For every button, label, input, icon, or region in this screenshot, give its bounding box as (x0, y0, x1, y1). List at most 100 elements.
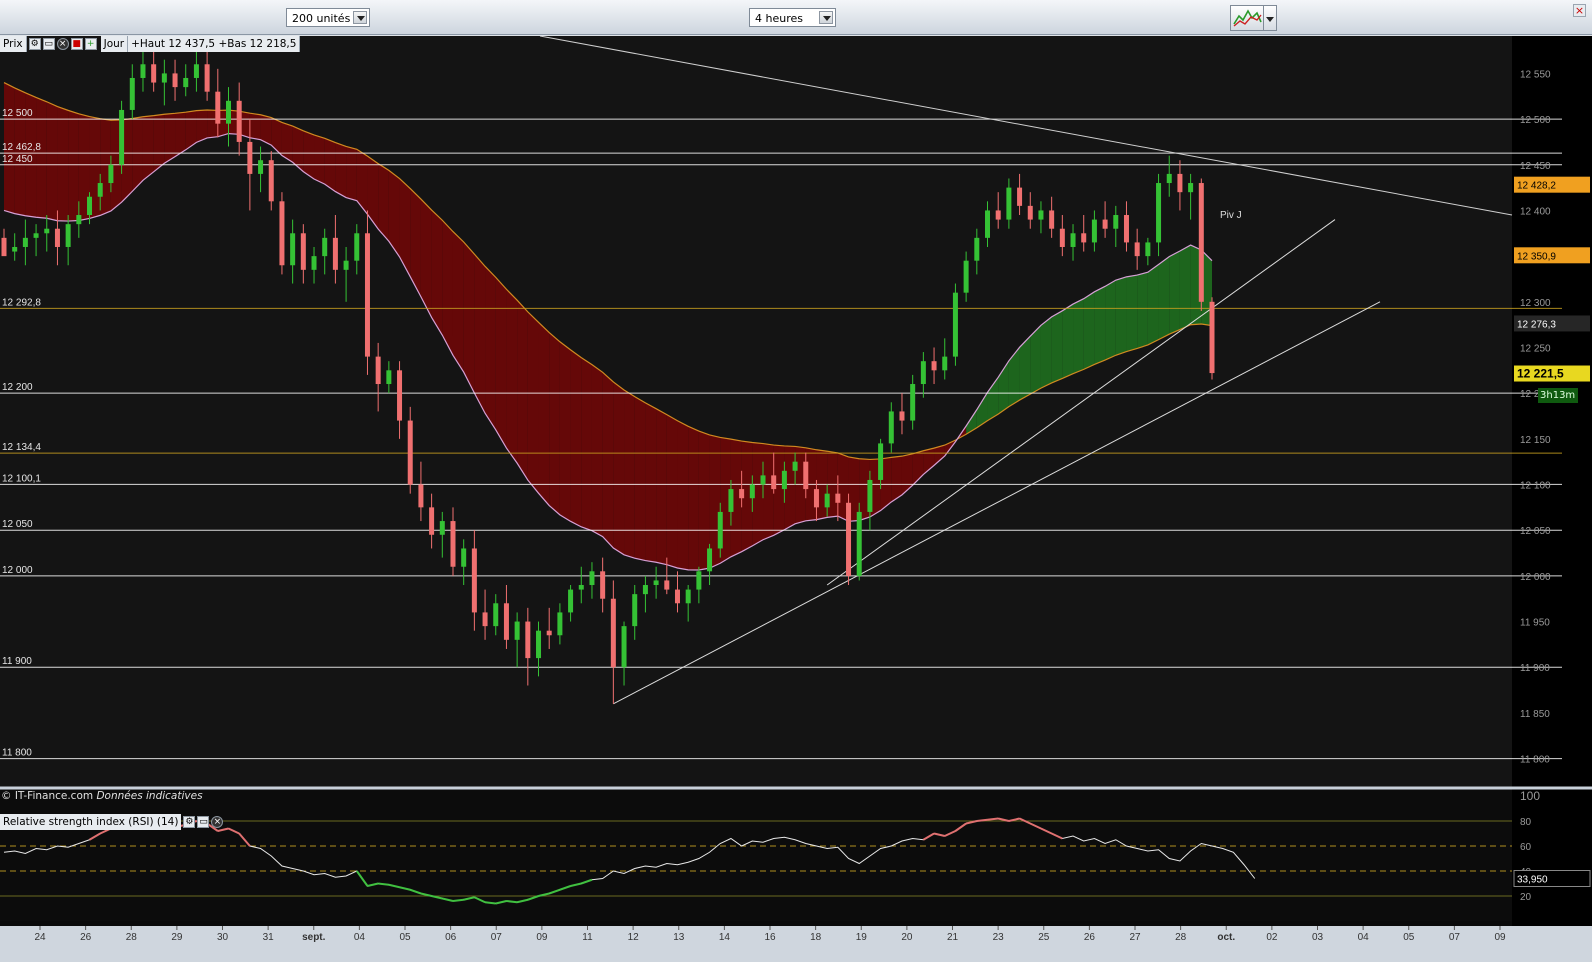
ma-band-segment (474, 254, 486, 414)
candle-body (33, 233, 39, 238)
candle-body (1209, 301, 1215, 374)
x-tick-label: 19 (856, 932, 868, 943)
candle-body (1102, 219, 1108, 229)
ma-band-segment (142, 115, 154, 181)
wrench-icon[interactable]: ⚙ (28, 38, 41, 50)
candle-body (1145, 242, 1151, 257)
level-label: 12 450 (2, 154, 33, 165)
rsi-oversold-segment (378, 882, 389, 886)
candle-body (995, 210, 1001, 220)
window-icon[interactable]: ▭ (42, 38, 55, 50)
candle-body (225, 100, 231, 124)
candle-body (44, 228, 50, 234)
ma-band-segment (303, 130, 315, 179)
units-select[interactable]: 200 unités (286, 8, 370, 27)
candle-body (739, 489, 745, 499)
period-label: Jour (100, 36, 129, 52)
candle-body (685, 589, 691, 604)
candle-body (1113, 215, 1119, 229)
candle-body (151, 64, 157, 83)
add-icon[interactable]: + (84, 38, 97, 50)
close-icon[interactable]: × (1573, 4, 1586, 17)
ma-band-segment (1051, 310, 1063, 383)
chart-type-button[interactable] (1230, 5, 1264, 31)
y-tick-label: 12 400 (1520, 206, 1551, 217)
level-label: 12 134,4 (2, 442, 41, 453)
x-tick-label: 27 (1129, 932, 1141, 943)
x-tick-label: 26 (80, 932, 92, 943)
ma-band-segment (1179, 245, 1191, 330)
candle-body (193, 64, 199, 78)
candle-body (354, 233, 360, 261)
candle-body (439, 521, 445, 535)
close-circle-icon[interactable]: × (211, 816, 224, 828)
candle-body (1177, 173, 1183, 193)
ma-band-segment (581, 357, 592, 531)
candle-body (450, 521, 456, 567)
chart-type-dropdown[interactable] (1264, 5, 1277, 31)
chevron-down-icon[interactable] (819, 11, 833, 24)
candle-body (610, 598, 616, 668)
ma-band-segment (1040, 316, 1052, 389)
level-label: 12 050 (2, 519, 33, 530)
candle-body (546, 630, 552, 636)
x-tick-label: 28 (1175, 932, 1187, 943)
level-label: 11 800 (2, 748, 32, 759)
candle-body (397, 370, 403, 421)
candle-body (910, 384, 916, 421)
candle-body (268, 160, 274, 202)
x-tick-label: 23 (993, 932, 1005, 943)
period-select[interactable]: 4 heures (749, 8, 836, 27)
candle-body (461, 548, 467, 567)
level-label: 12 462,8 (2, 142, 41, 153)
ma-band-segment (1169, 250, 1180, 335)
candle-body (471, 548, 477, 613)
wrench-icon[interactable]: ⚙ (183, 816, 196, 828)
candle-body (813, 489, 819, 508)
candle-body (749, 484, 755, 499)
candle-body (600, 571, 606, 599)
source-text: © IT-Finance.com (1, 790, 94, 802)
candle-body (87, 196, 93, 216)
y-tick-label: 12 100 (1520, 481, 1551, 492)
x-tick-label: 14 (719, 932, 731, 943)
candle-body (674, 589, 680, 604)
ma-band-segment (442, 220, 453, 356)
price-panel-background (0, 36, 1512, 791)
x-tick-label: 03 (1312, 932, 1324, 943)
candle-body (54, 228, 60, 247)
level-label: 11 900 (2, 656, 32, 667)
pivot-label: Piv J (1220, 210, 1242, 221)
y-tick-label: 12 150 (1520, 435, 1551, 446)
close-circle-icon[interactable]: × (56, 38, 69, 50)
candle-body (536, 630, 542, 659)
candle-body (311, 256, 317, 270)
candle-body (568, 589, 574, 613)
candle-body (493, 603, 499, 627)
candle-body (514, 621, 520, 640)
price-chart[interactable]: 12 50012 462,812 45012 292,812 20012 134… (0, 36, 1592, 962)
candle-body (1006, 187, 1012, 220)
x-tick-label: 24 (34, 932, 46, 943)
candle-body (364, 233, 370, 357)
rsi-overbought-segment (976, 818, 988, 822)
expand-icon[interactable]: ■ (70, 38, 83, 50)
candle-body (482, 612, 488, 627)
candle-body (247, 141, 253, 174)
x-tick-label: 30 (217, 932, 229, 943)
candle-body (65, 224, 71, 247)
candle-body (771, 475, 777, 490)
ma-band-segment (1126, 275, 1138, 352)
x-tick-label: 05 (399, 932, 411, 943)
candle-body (129, 77, 135, 110)
rsi-oversold-segment (506, 900, 518, 904)
candle-body (1059, 228, 1065, 247)
ma-band-segment (602, 372, 614, 548)
chevron-down-icon[interactable] (353, 11, 367, 24)
candle-body (418, 484, 424, 508)
ma-band-segment (153, 114, 165, 172)
candle-body (664, 580, 670, 590)
candle-body (525, 621, 531, 659)
candle-body (1091, 219, 1097, 243)
window-icon[interactable]: ▭ (197, 816, 210, 828)
